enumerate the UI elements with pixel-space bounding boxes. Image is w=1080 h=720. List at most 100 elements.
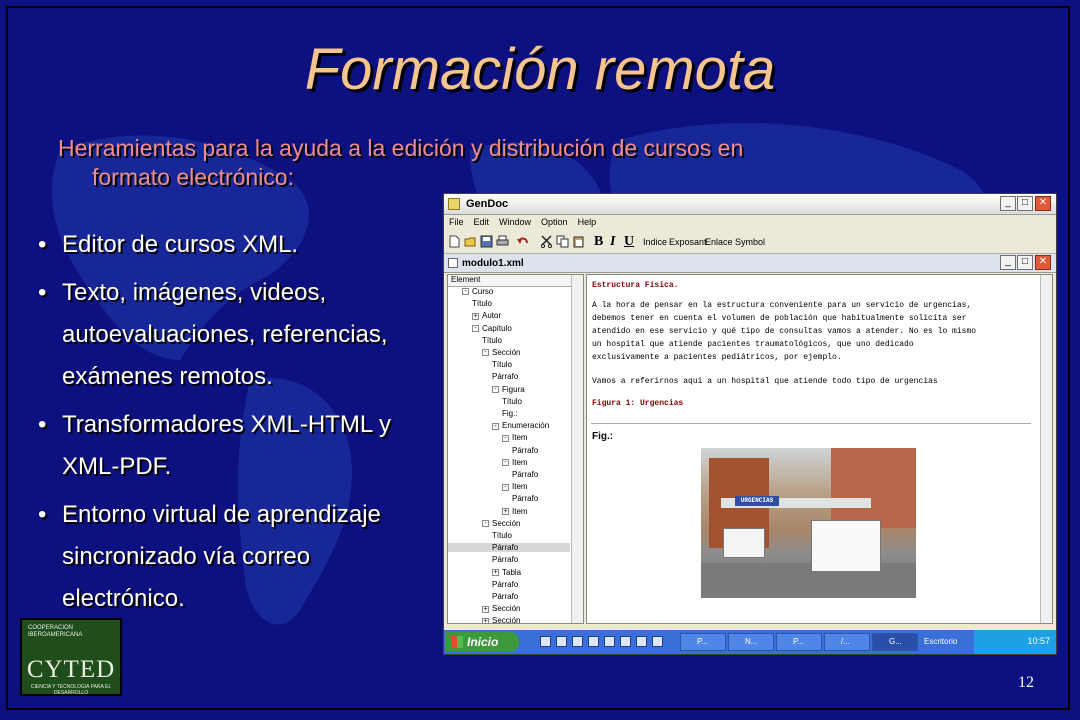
start-button[interactable]: Inicio <box>445 632 519 652</box>
expand-icon[interactable]: + <box>482 617 489 623</box>
collapse-icon[interactable]: - <box>482 520 489 528</box>
save-icon[interactable] <box>480 235 493 248</box>
tree-node[interactable]: Título <box>472 299 492 308</box>
slide-subtitle: Herramientas para la ayuda a la edición … <box>58 134 878 192</box>
toolbar-enlace[interactable]: Enlace <box>705 237 733 247</box>
tree-node[interactable]: Fig.: <box>502 409 518 418</box>
expand-icon[interactable]: + <box>472 312 479 320</box>
close-icon[interactable]: ✕ <box>1035 196 1051 211</box>
tree-node[interactable]: Título <box>502 397 522 406</box>
copy-icon[interactable] <box>556 235 569 248</box>
content-paragraph-line: exclusivamente a pacientes pediátricos, … <box>592 353 842 362</box>
window-titlebar[interactable]: GenDoc _ □ ✕ <box>444 194 1056 215</box>
tree-node[interactable]: Párrafo <box>492 592 518 601</box>
tree-node[interactable]: Párrafo <box>512 446 538 455</box>
collapse-icon[interactable]: - <box>502 459 509 467</box>
italic-icon[interactable]: I <box>610 234 615 250</box>
doc-close-icon[interactable]: ✕ <box>1035 255 1051 270</box>
undo-icon[interactable] <box>516 235 529 248</box>
tree-node[interactable]: Párrafo <box>512 494 538 503</box>
tree-node[interactable]: + Tabla <box>492 568 521 577</box>
cyted-logo: COOPERACION IBEROAMERICANA CYTED CIENCIA… <box>20 618 122 696</box>
tree-node[interactable]: - Item <box>502 433 528 442</box>
minimize-icon[interactable]: _ <box>1000 196 1016 211</box>
quicklaunch-icon[interactable] <box>652 636 663 647</box>
tree-node[interactable]: - Sección <box>482 348 520 357</box>
menu-file[interactable]: File <box>444 215 469 229</box>
toolbar-indice[interactable]: Indice <box>643 237 667 247</box>
collapse-icon[interactable]: - <box>462 288 469 296</box>
tree-node[interactable]: - Curso <box>462 287 493 296</box>
menu-edit[interactable]: Edit <box>469 215 495 229</box>
toolbar-symbol[interactable]: Symbol <box>735 237 765 247</box>
start-label: Inicio <box>467 635 499 649</box>
bold-icon[interactable]: B <box>594 234 603 250</box>
doc-minimize-icon[interactable]: _ <box>1000 255 1016 270</box>
collapse-icon[interactable]: - <box>482 349 489 357</box>
menu-option[interactable]: Option <box>536 215 573 229</box>
collapse-icon[interactable]: - <box>502 483 509 491</box>
toolbar: B I U Indice Exposant Enlace Symbol <box>444 231 1056 254</box>
tree-node[interactable]: Título <box>482 336 502 345</box>
tree-node[interactable]: + Sección <box>482 616 520 623</box>
menu-help[interactable]: Help <box>573 215 602 229</box>
collapse-icon[interactable]: - <box>502 434 509 442</box>
tree-node[interactable]: Título <box>492 531 512 540</box>
tree-node[interactable]: Párrafo <box>512 470 538 479</box>
taskbar-button[interactable]: P... <box>776 633 822 651</box>
new-document-icon[interactable] <box>448 235 461 248</box>
taskbar-button[interactable]: /... <box>824 633 870 651</box>
toolbar-exposant[interactable]: Exposant <box>669 237 707 247</box>
maximize-icon[interactable]: □ <box>1017 196 1033 211</box>
logo-name: CYTED <box>26 656 116 683</box>
document-titlebar[interactable]: modulo1.xml _ □ ✕ <box>444 254 1056 273</box>
taskbar-button[interactable]: N... <box>728 633 774 651</box>
expand-icon[interactable]: + <box>502 507 509 515</box>
expand-icon[interactable]: + <box>492 568 499 576</box>
slide: Formación remota Herramientas para la ay… <box>0 0 1080 720</box>
expand-icon[interactable]: + <box>482 605 489 613</box>
doc-maximize-icon[interactable]: □ <box>1017 255 1033 270</box>
collapse-icon[interactable]: - <box>472 324 479 332</box>
photo-ambulance <box>811 520 881 572</box>
quicklaunch-icon[interactable] <box>620 636 631 647</box>
taskbar-button-gendoc[interactable]: G... <box>872 633 918 651</box>
element-tree[interactable]: Element - Curso Título + Autor - Capítulo Títul… <box>447 274 584 624</box>
tree-node[interactable]: Título <box>492 360 512 369</box>
tree-node[interactable]: - Enumeración <box>492 421 549 430</box>
quicklaunch-icon[interactable] <box>604 636 615 647</box>
tree-node[interactable]: + Item <box>502 507 528 516</box>
tree-scrollbar[interactable] <box>571 275 583 623</box>
menu-window[interactable]: Window <box>494 215 536 229</box>
quicklaunch-icon[interactable] <box>588 636 599 647</box>
tree-node[interactable]: - Item <box>502 482 528 491</box>
tree-node[interactable]: + Sección <box>482 604 520 613</box>
underline-icon[interactable]: U <box>624 234 634 250</box>
quicklaunch-icon[interactable] <box>636 636 647 647</box>
collapse-icon[interactable]: - <box>492 385 499 393</box>
tree-node[interactable]: Párrafo <box>492 580 518 589</box>
tree-node[interactable]: + Autor <box>472 311 501 320</box>
tree-node[interactable]: Párrafo <box>448 543 570 553</box>
tree-node[interactable]: - Figura <box>492 385 525 394</box>
collapse-icon[interactable]: - <box>492 422 499 430</box>
quicklaunch-icon[interactable] <box>572 636 583 647</box>
quicklaunch-icon[interactable] <box>540 636 551 647</box>
open-folder-icon[interactable] <box>464 235 477 248</box>
cut-icon[interactable] <box>540 235 553 248</box>
taskbar-button[interactable]: P... <box>680 633 726 651</box>
document-editor[interactable]: Estructura Física. A la hora de pensar e… <box>586 274 1053 624</box>
photo-building <box>831 448 916 528</box>
paste-icon[interactable] <box>572 235 585 248</box>
tree-node-label: Figura <box>502 384 525 394</box>
desktop-toolbar[interactable]: Escritorio <box>924 637 957 646</box>
tree-node[interactable]: - Item <box>502 458 528 467</box>
print-icon[interactable] <box>496 235 509 248</box>
editor-scrollbar[interactable] <box>1040 275 1052 623</box>
tree-node[interactable]: - Capítulo <box>472 324 512 333</box>
tree-node[interactable]: Párrafo <box>492 372 518 381</box>
tree-node[interactable]: - Sección <box>482 519 520 528</box>
slide-title: Formación remota <box>304 37 776 102</box>
quicklaunch-icon[interactable] <box>556 636 567 647</box>
tree-node[interactable]: Párrafo <box>492 555 518 564</box>
